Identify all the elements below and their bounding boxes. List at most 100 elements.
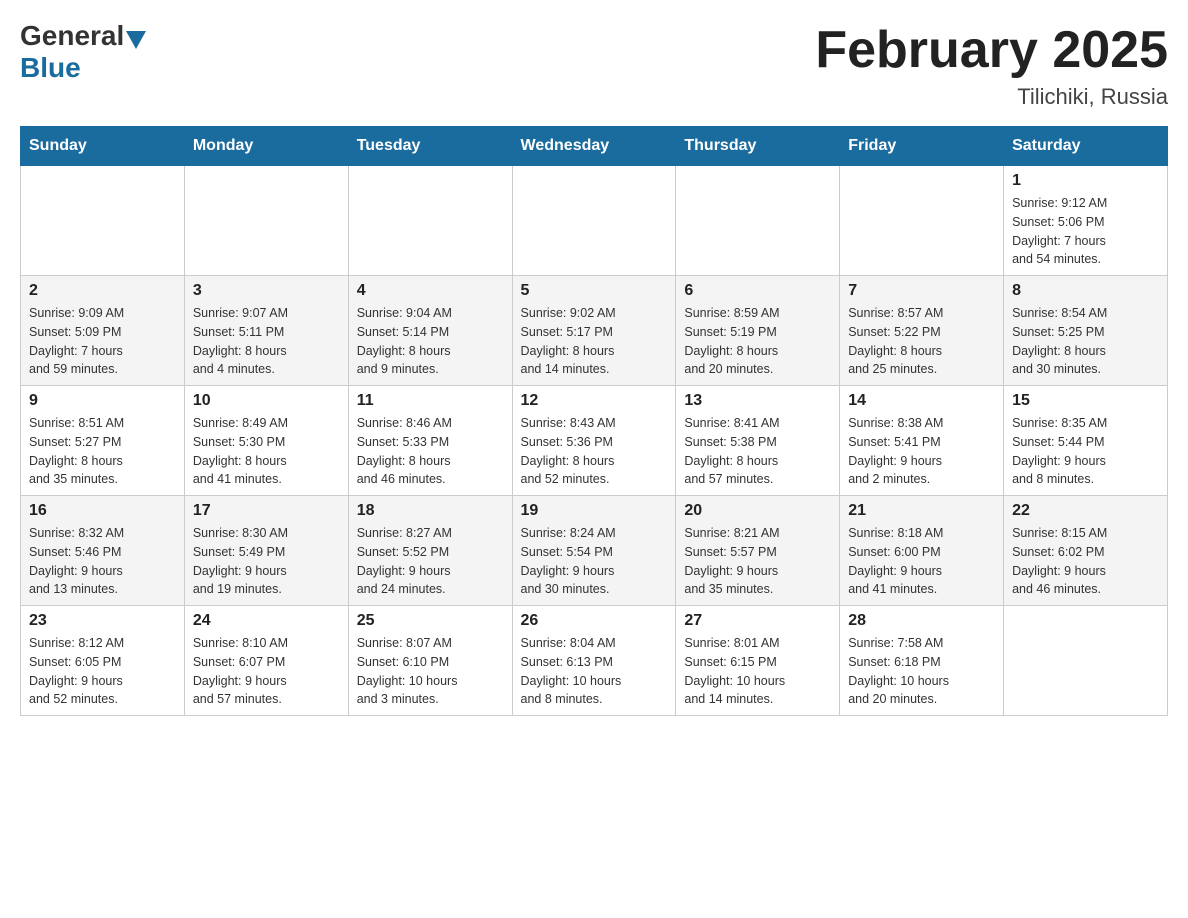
day-number: 6: [684, 282, 831, 300]
calendar-day-cell: 22 Sunrise: 8:15 AM Sunset: 6:02 PM Dayli…: [1004, 496, 1168, 606]
calendar-day-cell: 28Sunrise: 7:58 AM Sunset: 6:18 PM Dayli…: [840, 606, 1004, 716]
day-number: 24: [193, 612, 340, 630]
calendar-day-header: Monday: [184, 127, 348, 166]
day-info: Sunrise: 8:07 AM Sunset: 6:10 PM Dayligh…: [357, 634, 504, 709]
calendar-day-cell: 19 Sunrise: 8:24 AM Sunset: 5:54 PM Dayli…: [512, 496, 676, 606]
day-info: Sunrise: 8:43 AM Sunset: 5:36 PM Dayligh…: [521, 414, 668, 489]
calendar-day-cell: 16 Sunrise: 8:32 AM Sunset: 5:46 PM Dayli…: [21, 496, 185, 606]
day-info: Sunrise: 9:09 AM Sunset: 5:09 PM Dayligh…: [29, 304, 176, 379]
day-number: 15: [1012, 392, 1159, 410]
calendar-day-cell: [512, 166, 676, 276]
day-info: Sunrise: 8:15 AM Sunset: 6:02 PM Dayligh…: [1012, 524, 1159, 599]
day-info: Sunrise: 9:02 AM Sunset: 5:17 PM Dayligh…: [521, 304, 668, 379]
day-info: Sunrise: 8:01 AM Sunset: 6:15 PM Dayligh…: [684, 634, 831, 709]
logo-general-text: General: [20, 20, 124, 52]
logo: General Blue: [20, 20, 148, 84]
day-info: Sunrise: 8:59 AM Sunset: 5:19 PM Dayligh…: [684, 304, 831, 379]
day-number: 9: [29, 392, 176, 410]
day-number: 8: [1012, 282, 1159, 300]
day-number: 21: [848, 502, 995, 520]
day-number: 10: [193, 392, 340, 410]
calendar-week-row: 2 Sunrise: 9:09 AM Sunset: 5:09 PM Daylig…: [21, 276, 1168, 386]
day-info: Sunrise: 8:51 AM Sunset: 5:27 PM Dayligh…: [29, 414, 176, 489]
calendar-day-cell: 13 Sunrise: 8:41 AM Sunset: 5:38 PM Dayli…: [676, 386, 840, 496]
day-info: Sunrise: 7:58 AM Sunset: 6:18 PM Dayligh…: [848, 634, 995, 709]
calendar-day-cell: 15 Sunrise: 8:35 AM Sunset: 5:44 PM Dayli…: [1004, 386, 1168, 496]
calendar-day-cell: 14 Sunrise: 8:38 AM Sunset: 5:41 PM Dayli…: [840, 386, 1004, 496]
calendar-day-cell: 21 Sunrise: 8:18 AM Sunset: 6:00 PM Dayli…: [840, 496, 1004, 606]
calendar-week-row: 1 Sunrise: 9:12 AM Sunset: 5:06 PM Daylig…: [21, 166, 1168, 276]
day-number: 11: [357, 392, 504, 410]
day-info: Sunrise: 8:18 AM Sunset: 6:00 PM Dayligh…: [848, 524, 995, 599]
day-info: Sunrise: 8:27 AM Sunset: 5:52 PM Dayligh…: [357, 524, 504, 599]
calendar-day-cell: 6 Sunrise: 8:59 AM Sunset: 5:19 PM Daylig…: [676, 276, 840, 386]
calendar-week-row: 16 Sunrise: 8:32 AM Sunset: 5:46 PM Dayli…: [21, 496, 1168, 606]
day-info: Sunrise: 8:57 AM Sunset: 5:22 PM Dayligh…: [848, 304, 995, 379]
day-number: 14: [848, 392, 995, 410]
day-number: 16: [29, 502, 176, 520]
calendar-day-cell: 4 Sunrise: 9:04 AM Sunset: 5:14 PM Daylig…: [348, 276, 512, 386]
day-number: 20: [684, 502, 831, 520]
calendar-day-cell: [676, 166, 840, 276]
calendar-subtitle: Tilichiki, Russia: [815, 84, 1168, 110]
day-number: 4: [357, 282, 504, 300]
calendar-day-cell: [184, 166, 348, 276]
day-number: 7: [848, 282, 995, 300]
day-number: 22: [1012, 502, 1159, 520]
calendar-day-cell: 17Sunrise: 8:30 AM Sunset: 5:49 PM Dayli…: [184, 496, 348, 606]
day-info: Sunrise: 8:10 AM Sunset: 6:07 PM Dayligh…: [193, 634, 340, 709]
calendar-title: February 2025: [815, 20, 1168, 80]
day-number: 19: [521, 502, 668, 520]
calendar-day-cell: 20 Sunrise: 8:21 AM Sunset: 5:57 PM Dayli…: [676, 496, 840, 606]
calendar-day-header: Sunday: [21, 127, 185, 166]
calendar-day-cell: 27 Sunrise: 8:01 AM Sunset: 6:15 PM Dayli…: [676, 606, 840, 716]
calendar-day-header: Friday: [840, 127, 1004, 166]
calendar-week-row: 9 Sunrise: 8:51 AM Sunset: 5:27 PM Daylig…: [21, 386, 1168, 496]
day-number: 23: [29, 612, 176, 630]
calendar-day-cell: [840, 166, 1004, 276]
calendar-week-row: 23 Sunrise: 8:12 AM Sunset: 6:05 PM Dayli…: [21, 606, 1168, 716]
calendar-table: SundayMondayTuesdayWednesdayThursdayFrid…: [20, 126, 1168, 716]
calendar-header-row: SundayMondayTuesdayWednesdayThursdayFrid…: [21, 127, 1168, 166]
calendar-day-cell: 26 Sunrise: 8:04 AM Sunset: 6:13 PM Dayli…: [512, 606, 676, 716]
calendar-day-cell: 11 Sunrise: 8:46 AM Sunset: 5:33 PM Dayli…: [348, 386, 512, 496]
day-number: 3: [193, 282, 340, 300]
calendar-day-cell: 18 Sunrise: 8:27 AM Sunset: 5:52 PM Dayli…: [348, 496, 512, 606]
calendar-day-cell: 2 Sunrise: 9:09 AM Sunset: 5:09 PM Daylig…: [21, 276, 185, 386]
day-info: Sunrise: 8:32 AM Sunset: 5:46 PM Dayligh…: [29, 524, 176, 599]
calendar-day-header: Thursday: [676, 127, 840, 166]
day-number: 12: [521, 392, 668, 410]
calendar-day-header: Saturday: [1004, 127, 1168, 166]
day-number: 18: [357, 502, 504, 520]
calendar-day-cell: [348, 166, 512, 276]
title-block: February 2025 Tilichiki, Russia: [815, 20, 1168, 110]
day-info: Sunrise: 8:04 AM Sunset: 6:13 PM Dayligh…: [521, 634, 668, 709]
calendar-day-cell: 7 Sunrise: 8:57 AM Sunset: 5:22 PM Daylig…: [840, 276, 1004, 386]
day-number: 1: [1012, 172, 1159, 190]
day-info: Sunrise: 8:24 AM Sunset: 5:54 PM Dayligh…: [521, 524, 668, 599]
day-number: 17: [193, 502, 340, 520]
calendar-day-cell: 3 Sunrise: 9:07 AM Sunset: 5:11 PM Daylig…: [184, 276, 348, 386]
calendar-day-cell: 23 Sunrise: 8:12 AM Sunset: 6:05 PM Dayli…: [21, 606, 185, 716]
day-number: 25: [357, 612, 504, 630]
day-info: Sunrise: 8:35 AM Sunset: 5:44 PM Dayligh…: [1012, 414, 1159, 489]
day-info: Sunrise: 8:46 AM Sunset: 5:33 PM Dayligh…: [357, 414, 504, 489]
day-number: 26: [521, 612, 668, 630]
day-info: Sunrise: 8:41 AM Sunset: 5:38 PM Dayligh…: [684, 414, 831, 489]
day-number: 13: [684, 392, 831, 410]
day-info: Sunrise: 9:07 AM Sunset: 5:11 PM Dayligh…: [193, 304, 340, 379]
calendar-day-cell: 9 Sunrise: 8:51 AM Sunset: 5:27 PM Daylig…: [21, 386, 185, 496]
day-number: 2: [29, 282, 176, 300]
calendar-day-cell: 10 Sunrise: 8:49 AM Sunset: 5:30 PM Dayli…: [184, 386, 348, 496]
calendar-day-cell: [21, 166, 185, 276]
day-info: Sunrise: 9:12 AM Sunset: 5:06 PM Dayligh…: [1012, 194, 1159, 269]
page-header: General Blue February 2025 Tilichiki, Ru…: [20, 20, 1168, 110]
day-info: Sunrise: 8:54 AM Sunset: 5:25 PM Dayligh…: [1012, 304, 1159, 379]
day-info: Sunrise: 8:38 AM Sunset: 5:41 PM Dayligh…: [848, 414, 995, 489]
day-info: Sunrise: 8:21 AM Sunset: 5:57 PM Dayligh…: [684, 524, 831, 599]
day-info: Sunrise: 9:04 AM Sunset: 5:14 PM Dayligh…: [357, 304, 504, 379]
day-number: 27: [684, 612, 831, 630]
day-info: Sunrise: 8:12 AM Sunset: 6:05 PM Dayligh…: [29, 634, 176, 709]
day-info: Sunrise: 8:49 AM Sunset: 5:30 PM Dayligh…: [193, 414, 340, 489]
calendar-day-header: Tuesday: [348, 127, 512, 166]
